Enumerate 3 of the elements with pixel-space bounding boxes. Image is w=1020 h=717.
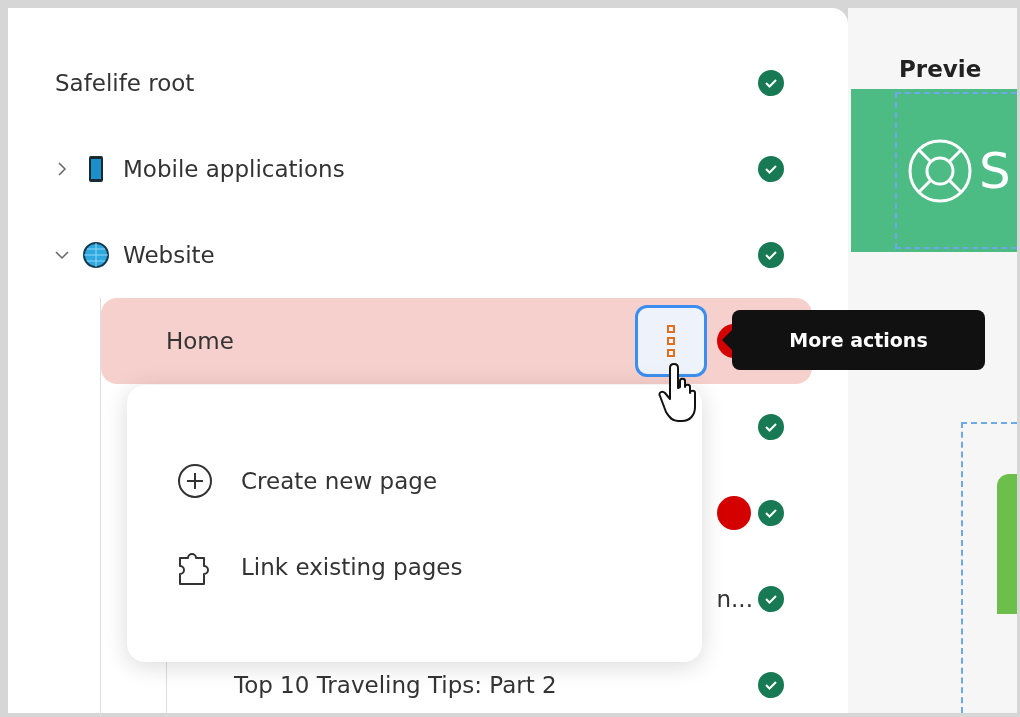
tooltip: More actions — [722, 310, 985, 370]
banner-text: S — [979, 141, 1011, 200]
preview-title: Previe — [898, 55, 983, 84]
